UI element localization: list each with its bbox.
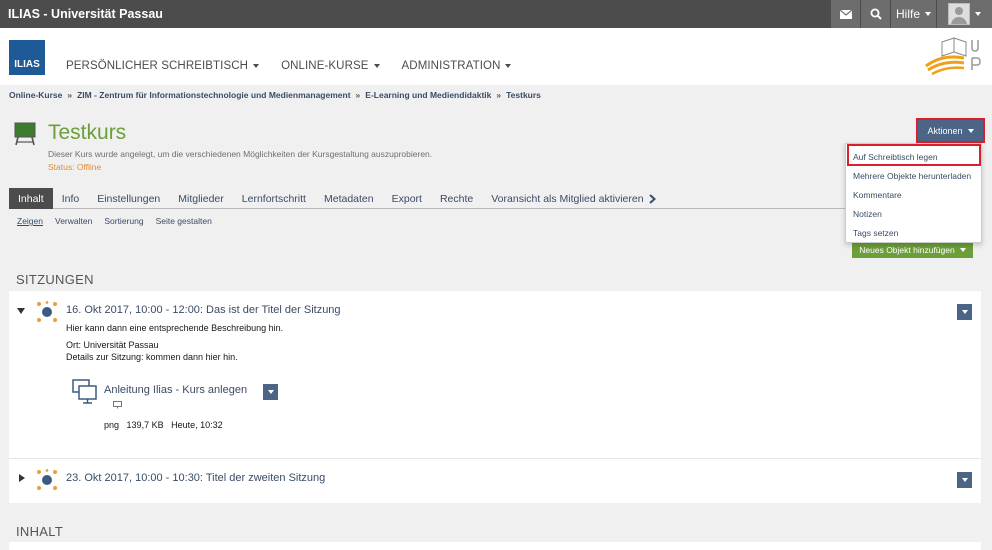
chevron-down-icon: [267, 390, 274, 394]
chevron-right-icon: [648, 193, 656, 204]
section-heading-sessions: SITZUNGEN: [16, 272, 94, 287]
file-properties: png 139,7 KB Heute, 10:32: [104, 420, 223, 430]
tab-scroll-right[interactable]: [648, 188, 656, 209]
chevron-down-icon: [975, 12, 981, 16]
section-heading-content: INHALT: [16, 524, 64, 539]
session-icon: [37, 301, 57, 322]
breadcrumb-separator: »: [496, 90, 502, 100]
search-icon: [870, 8, 882, 20]
tab-bar: Inhalt Info Einstellungen Mitglieder Ler…: [9, 188, 851, 209]
tab-export[interactable]: Export: [383, 188, 431, 209]
header: ILIAS PERSÖNLICHER SCHREIBTISCH ONLINE-K…: [0, 28, 992, 85]
divider: [9, 458, 981, 459]
breadcrumb-elearning[interactable]: E-Learning und Mediendidaktik: [365, 90, 491, 100]
subtab-seite-gestalten[interactable]: Seite gestalten: [156, 216, 212, 226]
chevron-down-icon: [253, 63, 260, 68]
chevron-down-icon: [967, 128, 974, 133]
university-logo: [925, 37, 981, 76]
expand-toggle-icon[interactable]: [19, 474, 25, 482]
user-menu-button[interactable]: [937, 0, 992, 28]
breadcrumb-separator: »: [67, 90, 73, 100]
nav-personal-desktop[interactable]: PERSÖNLICHER SCHREIBTISCH: [66, 60, 260, 72]
menu-item-set-tags[interactable]: Tags setzen: [853, 228, 898, 238]
session-title-link[interactable]: 16. Okt 2017, 10:00 - 12:00: Das ist der…: [66, 304, 341, 316]
chevron-down-icon: [961, 478, 968, 482]
session-actions-button[interactable]: [957, 304, 972, 320]
tab-lernfortschritt[interactable]: Lernfortschritt: [233, 188, 315, 209]
file-format: png: [104, 420, 120, 430]
mail-button[interactable]: [831, 0, 860, 28]
breadcrumb-zim[interactable]: ZIM - Zentrum für Informationstechnologi…: [77, 90, 350, 100]
monitor-icon: [113, 401, 122, 409]
session-title-link[interactable]: 23. Okt 2017, 10:00 - 10:30: Titel der z…: [66, 472, 325, 484]
ilias-logo[interactable]: ILIAS: [9, 40, 45, 75]
subtab-sortierung[interactable]: Sortierung: [104, 216, 143, 226]
actions-button[interactable]: Aktionen: [916, 118, 985, 143]
chevron-down-icon: [505, 63, 512, 68]
session-details: Details zur Sitzung: kommen dann hier hi…: [66, 352, 238, 362]
chevron-down-icon: [373, 63, 380, 68]
chevron-down-icon: [925, 12, 931, 16]
search-button[interactable]: [861, 0, 890, 28]
session-actions-button[interactable]: [957, 472, 972, 488]
nav-administration[interactable]: ADMINISTRATION: [402, 60, 512, 72]
course-icon: [14, 122, 36, 146]
course-description: Dieser Kurs wurde angelegt, um die versc…: [48, 149, 433, 159]
menu-item-add-to-desktop[interactable]: Auf Schreibtisch legen: [853, 152, 938, 162]
session-icon: [37, 469, 57, 490]
breadcrumb-separator: »: [355, 90, 361, 100]
tab-inhalt[interactable]: Inhalt: [9, 188, 53, 209]
content-panel: [9, 542, 981, 550]
session-location: Ort: Universität Passau: [66, 340, 159, 350]
chevron-down-icon: [961, 310, 968, 314]
menu-item-notes[interactable]: Notizen: [853, 209, 882, 219]
avatar: [948, 3, 970, 25]
top-bar: ILIAS - Universität Passau Hilfe: [0, 0, 992, 28]
main-nav: PERSÖNLICHER SCHREIBTISCH ONLINE-KURSE A…: [66, 60, 512, 72]
menu-item-comments[interactable]: Kommentare: [853, 190, 902, 200]
chevron-down-icon: [959, 248, 966, 252]
tab-einstellungen[interactable]: Einstellungen: [88, 188, 169, 209]
collapse-toggle-icon[interactable]: [17, 308, 25, 314]
menu-item-download-multiple[interactable]: Mehrere Objekte herunterladen: [853, 171, 971, 181]
brand-title[interactable]: ILIAS - Universität Passau: [8, 7, 163, 21]
help-label: Hilfe: [895, 7, 920, 21]
help-menu-button[interactable]: Hilfe: [891, 0, 936, 28]
actions-dropdown-menu: Auf Schreibtisch legen Mehrere Objekte h…: [845, 143, 982, 243]
tab-mitglieder[interactable]: Mitglieder: [169, 188, 233, 209]
tab-metadaten[interactable]: Metadaten: [315, 188, 383, 209]
session-description: Hier kann dann eine entsprechende Beschr…: [66, 323, 284, 333]
file-size: 139,7 KB: [126, 420, 164, 430]
file-date: Heute, 10:32: [171, 420, 223, 430]
subtab-zeigen[interactable]: Zeigen: [17, 216, 43, 226]
breadcrumb-online-courses[interactable]: Online-Kurse: [9, 90, 62, 100]
add-new-object-button[interactable]: Neues Objekt hinzufügen: [852, 242, 973, 258]
file-icon: [72, 379, 97, 404]
mail-icon: [839, 9, 852, 19]
breadcrumb-testkurs[interactable]: Testkurs: [506, 90, 541, 100]
nav-online-courses[interactable]: ONLINE-KURSE: [281, 60, 380, 72]
breadcrumb: Online-Kurse » ZIM - Zentrum für Informati…: [9, 90, 541, 100]
tab-voransicht[interactable]: Voransicht als Mitglied aktivieren: [482, 188, 652, 209]
subtab-bar: Zeigen Verwalten Sortierung Seite gestal…: [17, 216, 212, 226]
page-title: Testkurs: [48, 121, 127, 144]
tab-info[interactable]: Info: [53, 188, 89, 209]
subtab-verwalten[interactable]: Verwalten: [55, 216, 92, 226]
status-badge: Status: Offline: [48, 162, 102, 172]
tab-rechte[interactable]: Rechte: [431, 188, 482, 209]
file-title-link[interactable]: Anleitung Ilias - Kurs anlegen: [104, 384, 247, 396]
file-actions-button[interactable]: [263, 384, 278, 400]
